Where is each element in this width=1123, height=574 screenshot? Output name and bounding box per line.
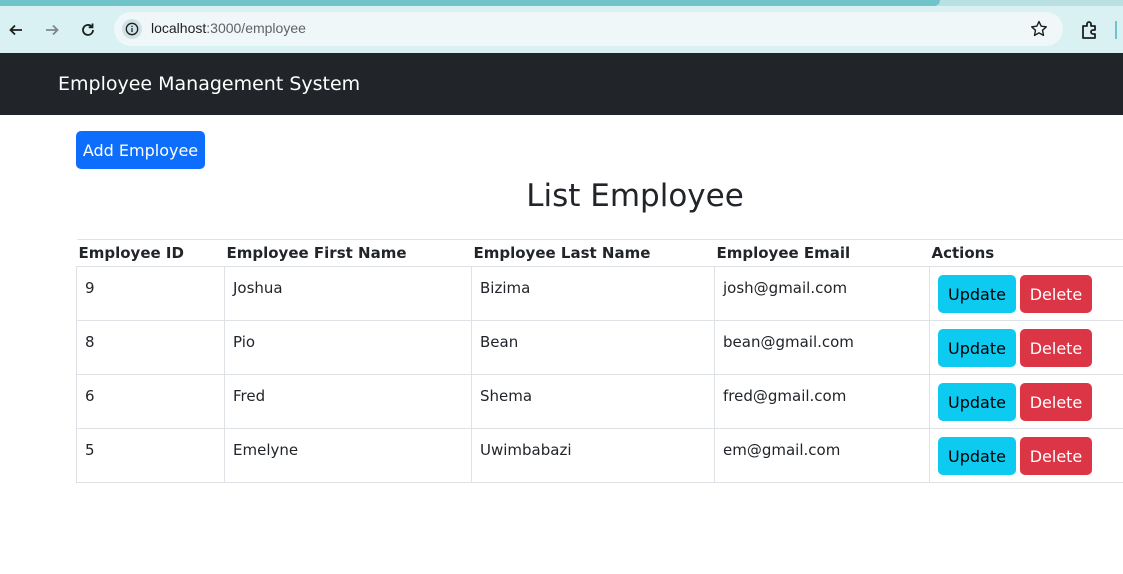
- extensions-icon[interactable]: [1078, 18, 1102, 42]
- delete-button[interactable]: Delete: [1020, 275, 1092, 313]
- table-row: 9 Joshua Bizima josh@gmail.com Update Del…: [76, 266, 1123, 321]
- table-row: 5 Emelyne Uwimbabazi em@gmail.com Update…: [76, 428, 1123, 483]
- cell-first-name: Fred: [224, 374, 472, 429]
- table-row: 6 Fred Shema fred@gmail.com Update Delete: [76, 374, 1123, 429]
- reload-icon[interactable]: [76, 18, 100, 42]
- url-host: localhost: [151, 20, 207, 36]
- cell-email: em@gmail.com: [714, 428, 930, 483]
- bookmark-star-icon[interactable]: [1029, 19, 1049, 39]
- update-button[interactable]: Update: [938, 437, 1016, 475]
- navbar-brand[interactable]: Employee Management System: [58, 73, 360, 95]
- column-header-last-name: Employee Last Name: [471, 239, 715, 267]
- back-icon[interactable]: [4, 18, 28, 42]
- cell-first-name: Emelyne: [224, 428, 472, 483]
- cell-email: fred@gmail.com: [714, 374, 930, 429]
- cell-first-name: Joshua: [224, 266, 472, 321]
- employee-table: Employee ID Employee First Name Employee…: [76, 239, 1123, 483]
- table-row: 8 Pio Bean bean@gmail.com Update Delete: [76, 320, 1123, 375]
- cell-id: 9: [76, 266, 225, 321]
- cell-actions: Update Delete: [929, 428, 1123, 483]
- cell-last-name: Bean: [471, 320, 715, 375]
- cell-actions: Update Delete: [929, 374, 1123, 429]
- table-header-row: Employee ID Employee First Name Employee…: [76, 239, 1123, 267]
- cell-id: 6: [76, 374, 225, 429]
- cell-last-name: Bizima: [471, 266, 715, 321]
- url-path: :3000/employee: [206, 20, 306, 36]
- delete-button[interactable]: Delete: [1020, 437, 1092, 475]
- cell-first-name: Pio: [224, 320, 472, 375]
- browser-toolbar: localhost:3000/employee: [0, 6, 1123, 53]
- address-bar[interactable]: localhost:3000/employee: [114, 12, 1063, 46]
- column-header-id: Employee ID: [76, 239, 225, 267]
- site-info-icon[interactable]: [122, 19, 142, 39]
- column-header-first-name: Employee First Name: [224, 239, 472, 267]
- page-title: List Employee: [526, 178, 744, 214]
- cell-last-name: Shema: [471, 374, 715, 429]
- url-text: localhost:3000/employee: [151, 20, 306, 36]
- column-header-actions: Actions: [929, 239, 1123, 267]
- cell-id: 5: [76, 428, 225, 483]
- cell-email: bean@gmail.com: [714, 320, 930, 375]
- side-panel-indicator: [1115, 21, 1117, 39]
- cell-last-name: Uwimbabazi: [471, 428, 715, 483]
- delete-button[interactable]: Delete: [1020, 383, 1092, 421]
- cell-id: 8: [76, 320, 225, 375]
- update-button[interactable]: Update: [938, 275, 1016, 313]
- cell-email: josh@gmail.com: [714, 266, 930, 321]
- forward-icon[interactable]: [40, 18, 64, 42]
- update-button[interactable]: Update: [938, 383, 1016, 421]
- column-header-email: Employee Email: [714, 239, 930, 267]
- app-navbar: Employee Management System: [0, 53, 1123, 115]
- add-employee-button[interactable]: Add Employee: [76, 131, 205, 169]
- cell-actions: Update Delete: [929, 320, 1123, 375]
- cell-actions: Update Delete: [929, 266, 1123, 321]
- delete-button[interactable]: Delete: [1020, 329, 1092, 367]
- update-button[interactable]: Update: [938, 329, 1016, 367]
